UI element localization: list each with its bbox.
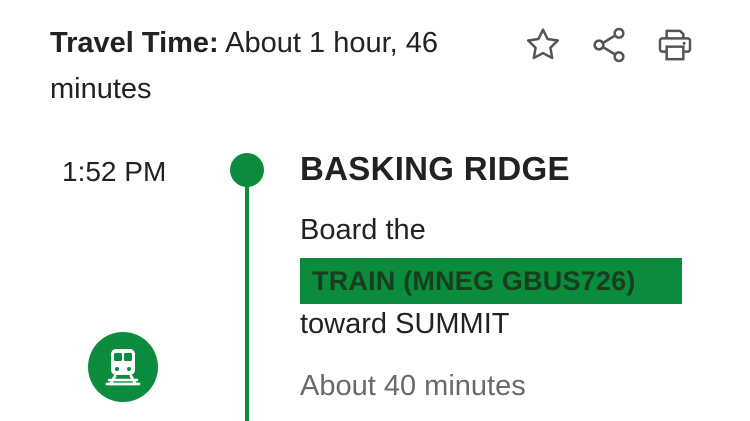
trip-actions (520, 22, 698, 68)
share-icon (593, 27, 625, 63)
print-button[interactable] (652, 22, 698, 68)
transit-mode-badge (88, 332, 158, 402)
timeline-stop-dot (230, 153, 264, 187)
route-badge[interactable]: TRAIN (MNEG GBUS726) (300, 258, 682, 304)
travel-time: Travel Time: About 1 hour, 46 minutes (50, 20, 460, 112)
segment-duration: About 40 minutes (300, 370, 526, 402)
timeline-line (245, 168, 249, 421)
star-outline-icon (526, 28, 560, 60)
board-instruction: Board the (300, 214, 426, 246)
printer-icon (658, 29, 692, 61)
travel-time-label: Travel Time: (50, 27, 219, 59)
train-icon (105, 349, 141, 386)
trip-details-page: Travel Time: About 1 hour, 46 minutes 1:… (0, 0, 750, 421)
share-button[interactable] (586, 22, 632, 68)
favorite-button[interactable] (520, 22, 566, 68)
departure-time: 1:52 PM (62, 156, 167, 187)
direction-text: toward SUMMIT (300, 308, 510, 340)
station-name: BASKING RIDGE (300, 150, 570, 187)
